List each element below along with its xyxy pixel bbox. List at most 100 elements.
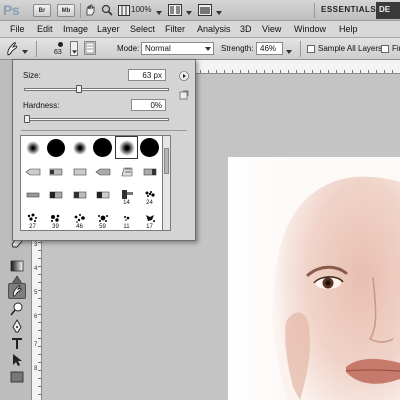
rectangle-tool[interactable] <box>8 369 26 385</box>
brush-size-number: 27 <box>29 224 36 230</box>
brush-preset-soft-round[interactable] <box>68 136 91 159</box>
ruler-mark: 3 <box>34 242 38 248</box>
menu-window[interactable]: Window <box>294 24 326 34</box>
hand-icon[interactable] <box>84 4 96 18</box>
mode-select[interactable]: Normal <box>141 42 214 55</box>
brush-size-number: 11 <box>123 224 130 230</box>
brush-preset-spatter[interactable]: 46 <box>68 207 91 230</box>
brush-preset-spatter[interactable]: 59 <box>91 207 114 230</box>
brush-preset-soft-round[interactable] <box>21 136 44 159</box>
view-extras-icon[interactable] <box>118 5 130 18</box>
finger-painting-label: Fir <box>392 44 400 53</box>
chevron-down-icon[interactable] <box>22 47 28 56</box>
dodge-tool[interactable] <box>8 301 26 317</box>
workspace-essentials-button[interactable]: ESSENTIALS <box>321 5 376 14</box>
brush-preset-hard-round[interactable] <box>91 136 114 159</box>
appbar-divider <box>314 3 315 18</box>
menu-layer[interactable]: Layer <box>97 24 120 34</box>
gradient-tool-2[interactable] <box>8 258 26 274</box>
brush-preset-flat[interactable] <box>21 183 44 206</box>
menu-analysis[interactable]: Analysis <box>197 24 231 34</box>
menu-edit[interactable]: Edit <box>37 24 53 34</box>
brush-preset-airbrush[interactable]: 14 <box>115 183 138 206</box>
brush-preset-hard-round[interactable] <box>44 136 67 159</box>
path-selection-tool[interactable] <box>8 352 26 368</box>
application-bar: Ps Br Mb 100% ESSENTIALS DE <box>0 0 400 21</box>
document-photo[interactable] <box>228 157 400 400</box>
chevron-down-icon[interactable] <box>186 8 192 17</box>
brush-preset-flat[interactable] <box>44 183 67 206</box>
toggle-brush-panel-button[interactable] <box>84 41 96 55</box>
scrollbar-thumb[interactable] <box>164 148 169 174</box>
zoom-icon[interactable] <box>101 4 113 18</box>
smudge-tool[interactable] <box>8 283 26 299</box>
menu-help[interactable]: Help <box>339 24 358 34</box>
strength-label: Strength: <box>221 44 254 53</box>
brush-grid-scrollbar[interactable] <box>163 135 171 231</box>
menu-3d[interactable]: 3D <box>240 24 252 34</box>
brush-preset-marker[interactable] <box>138 160 161 183</box>
finger-smudge-icon[interactable] <box>4 41 20 59</box>
path-select-icon <box>13 354 22 366</box>
arrange-documents-icon[interactable] <box>168 4 182 18</box>
brush-preset-bristle[interactable] <box>91 183 114 206</box>
brush-preset-pencil[interactable] <box>91 160 114 183</box>
ruler-mark: 8 <box>34 366 38 372</box>
chevron-down-icon[interactable] <box>156 8 162 17</box>
size-slider-track[interactable] <box>24 88 169 91</box>
brush-preset-picker[interactable]: 63 <box>52 40 70 58</box>
ruler-mark: 5 <box>34 290 38 296</box>
brush-size-number: 59 <box>99 224 106 230</box>
brush-preset-spatter[interactable]: 39 <box>44 207 67 230</box>
brush-size-number: 17 <box>146 224 153 230</box>
brush-preset-marker[interactable] <box>44 160 67 183</box>
hardness-input[interactable]: 0% <box>131 99 166 111</box>
brush-preset-pencil[interactable] <box>21 160 44 183</box>
ruler-mark: 7 <box>34 342 38 348</box>
size-input[interactable]: 63 px <box>128 69 166 81</box>
dodge-icon <box>10 302 23 316</box>
chevron-down-icon[interactable] <box>216 8 222 17</box>
hardness-slider-thumb[interactable] <box>24 115 30 123</box>
bridge-button[interactable]: Br <box>33 4 51 17</box>
brush-preset-marker[interactable] <box>68 160 91 183</box>
menu-file[interactable]: File <box>10 24 25 34</box>
zoom-level[interactable]: 100% <box>131 5 151 14</box>
brush-preset-spatter[interactable]: 17 <box>138 207 161 230</box>
brush-size-number: 24 <box>146 200 153 206</box>
screen-mode-icon[interactable] <box>198 4 212 18</box>
strength-slider-toggle[interactable] <box>286 47 292 56</box>
tool-options-bar: 63 Mode: Normal Strength: 46% Sample All… <box>0 38 400 60</box>
menu-view[interactable]: View <box>262 24 281 34</box>
size-slider-thumb[interactable] <box>76 85 83 93</box>
menu-select[interactable]: Select <box>130 24 155 34</box>
brush-preset-spatter[interactable]: 27 <box>21 207 44 230</box>
brush-preset-spatter[interactable]: 11 <box>115 207 138 230</box>
type-icon <box>12 338 22 349</box>
hardness-label: Hardness: <box>23 101 60 110</box>
panel-menu-arrow-icon[interactable] <box>179 71 189 81</box>
sample-all-layers-checkbox[interactable] <box>307 45 315 53</box>
brush-preset-soft-round-selected[interactable] <box>115 136 138 159</box>
brush-preset-fan[interactable] <box>115 160 138 183</box>
brush-preset-spatter[interactable]: 24 <box>138 183 161 206</box>
hardness-slider-track[interactable] <box>24 118 169 121</box>
brush-picker-toggle[interactable] <box>70 41 78 56</box>
brush-tip-preview <box>58 42 63 47</box>
ruler-mark: 4 <box>34 266 38 272</box>
menu-image[interactable]: Image <box>63 24 88 34</box>
strength-input[interactable]: 46% <box>256 42 283 55</box>
menu-filter[interactable]: Filter <box>165 24 185 34</box>
new-preset-icon[interactable] <box>179 90 189 100</box>
brush-size-number: 14 <box>123 200 130 206</box>
panel-divider <box>21 130 187 131</box>
pen-icon <box>12 319 22 333</box>
workspace-design-button[interactable]: DE <box>376 2 400 19</box>
brush-preset-flat[interactable] <box>68 183 91 206</box>
brush-preset-hard-round[interactable] <box>138 136 161 159</box>
mode-label: Mode: <box>117 44 140 53</box>
finger-painting-checkbox[interactable] <box>381 45 389 53</box>
pen-tool[interactable] <box>8 318 26 334</box>
type-tool[interactable] <box>8 335 26 351</box>
minibridge-button[interactable]: Mb <box>57 4 75 17</box>
